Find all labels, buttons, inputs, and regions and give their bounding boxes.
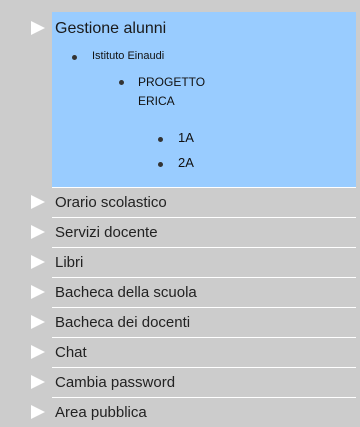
menu-item-label: Chat <box>55 344 87 361</box>
menu-item-cambia-password[interactable]: Cambia password <box>31 368 356 398</box>
menu-item-area-pubblica[interactable]: Area pubblica <box>31 398 356 421</box>
triangle-right-icon <box>31 405 45 419</box>
triangle-right-icon <box>31 195 45 209</box>
tree-node-class-1a[interactable]: 1A <box>178 130 194 145</box>
menu-item-chat[interactable]: Chat <box>31 338 356 368</box>
menu-item-label: Libri <box>55 254 84 271</box>
menu-item-gestione-alunni[interactable]: Gestione alunni Istituto Einaudi PROGETT… <box>31 12 356 188</box>
menu-item-label: Bacheca dei docenti <box>55 314 191 331</box>
triangle-right-icon <box>31 345 45 359</box>
main-menu: Gestione alunni Istituto Einaudi PROGETT… <box>22 12 356 421</box>
triangle-right-icon <box>31 375 45 389</box>
menu-item-orario-scolastico[interactable]: Orario scolastico <box>31 188 356 218</box>
menu-item-label: Bacheca della scuola <box>55 284 197 301</box>
bullet-icon <box>158 162 163 167</box>
tree-node-class-2a[interactable]: 2A <box>178 155 194 170</box>
bullet-icon <box>72 55 77 60</box>
menu-item-label: Servizi docente <box>55 224 158 241</box>
menu-item-label: Orario scolastico <box>55 194 167 211</box>
triangle-right-icon <box>31 21 45 35</box>
tree-node-project[interactable]: PROGETTO ERICA <box>138 73 218 111</box>
triangle-right-icon <box>31 315 45 329</box>
menu-item-bacheca-docenti[interactable]: Bacheca dei docenti <box>31 308 356 338</box>
triangle-right-icon <box>31 255 45 269</box>
menu-item-libri[interactable]: Libri <box>31 248 356 278</box>
tree-node-school[interactable]: Istituto Einaudi <box>92 50 164 62</box>
menu-item-bacheca-scuola[interactable]: Bacheca della scuola <box>31 278 356 308</box>
menu-item-label: Area pubblica <box>55 404 147 421</box>
menu-item-label: Cambia password <box>55 374 176 391</box>
triangle-right-icon <box>31 225 45 239</box>
bullet-icon <box>119 80 124 85</box>
triangle-right-icon <box>31 285 45 299</box>
menu-item-servizi-docente[interactable]: Servizi docente <box>31 218 356 248</box>
bullet-icon <box>158 137 163 142</box>
menu-item-label: Gestione alunni <box>55 20 167 37</box>
